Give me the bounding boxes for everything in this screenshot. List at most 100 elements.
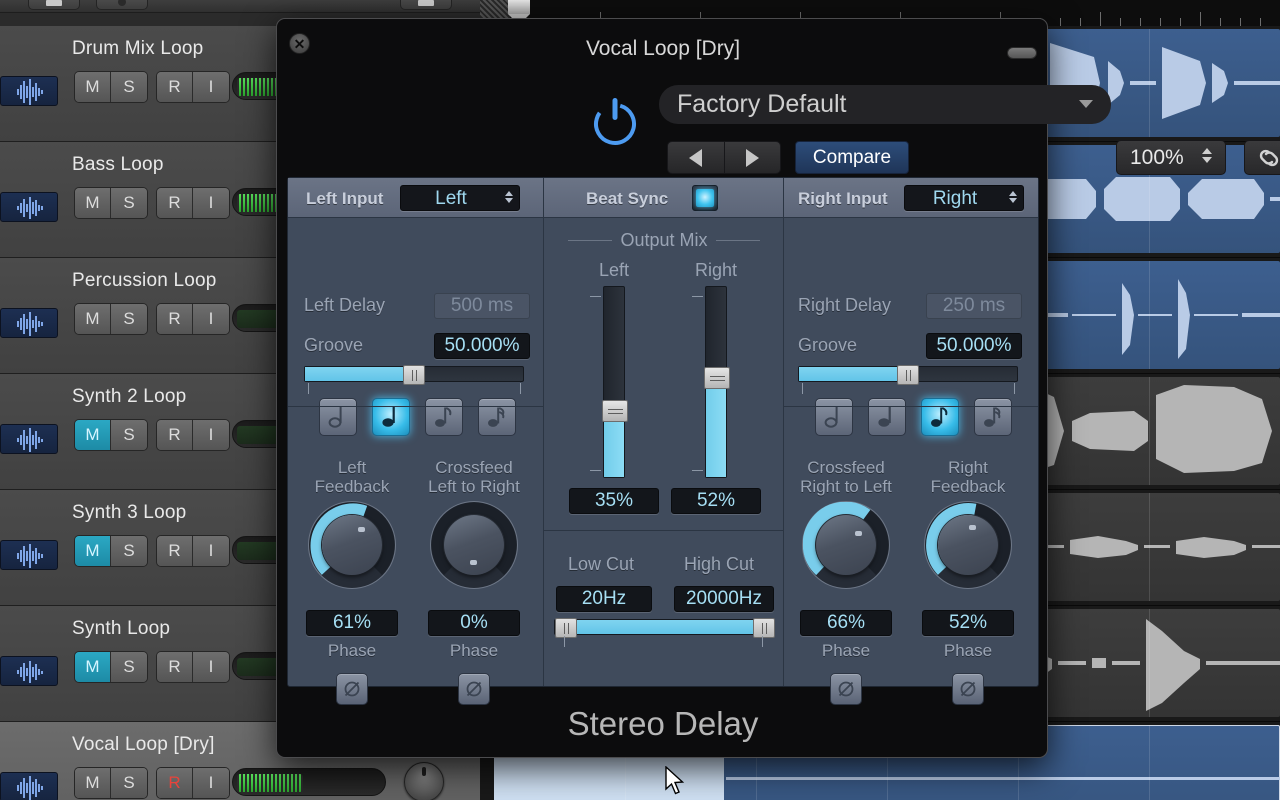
left-note-half-button[interactable] bbox=[319, 398, 357, 436]
slider-fill bbox=[305, 367, 414, 381]
track-record-button[interactable]: R bbox=[157, 72, 193, 102]
track-input-button[interactable]: I bbox=[193, 188, 229, 218]
right-note-quarter-button[interactable] bbox=[868, 398, 906, 436]
left-note-quarter-button[interactable] bbox=[372, 398, 410, 436]
left-channel-column: Left Input Left Left Delay 500 ms Groove… bbox=[288, 178, 544, 705]
link-icon[interactable] bbox=[1244, 140, 1280, 175]
right-input-select[interactable]: Right bbox=[904, 185, 1024, 211]
right-delay-value[interactable]: 250 ms bbox=[926, 293, 1022, 319]
track-record-button[interactable]: R bbox=[157, 304, 193, 334]
track-record-button[interactable]: R bbox=[157, 188, 193, 218]
track-input-button[interactable]: I bbox=[193, 420, 229, 450]
toolbar-record-button[interactable] bbox=[96, 0, 148, 10]
track-mute-button[interactable]: M bbox=[75, 304, 111, 334]
track-input-button[interactable]: I bbox=[193, 768, 229, 798]
cut-range-slider[interactable] bbox=[554, 618, 775, 638]
track-input-button[interactable]: I bbox=[193, 304, 229, 334]
track-input-button[interactable]: I bbox=[193, 652, 229, 682]
toolbar-cycle-button[interactable] bbox=[400, 0, 452, 10]
high-cut-thumb[interactable] bbox=[753, 618, 775, 638]
toolbar-view-button[interactable] bbox=[28, 0, 80, 10]
low-cut-thumb[interactable] bbox=[555, 618, 577, 638]
slider-thumb[interactable] bbox=[403, 365, 425, 385]
track-solo-button[interactable]: S bbox=[111, 536, 147, 566]
track-mute-button[interactable]: M bbox=[75, 652, 111, 682]
track-rec-input-group: R I bbox=[156, 419, 230, 451]
left-input-select[interactable]: Left bbox=[400, 185, 520, 211]
compare-button[interactable]: Compare bbox=[795, 141, 909, 174]
track-mute-button[interactable]: M bbox=[75, 72, 111, 102]
left-note-sixteenth-button[interactable] bbox=[478, 398, 516, 436]
track-record-button[interactable]: R bbox=[157, 652, 193, 682]
right-groove-value[interactable]: 50.000% bbox=[926, 333, 1022, 359]
right-feedback-knob[interactable] bbox=[925, 502, 1011, 588]
output-right-value[interactable]: 52% bbox=[671, 488, 761, 514]
output-left-value[interactable]: 35% bbox=[569, 488, 659, 514]
left-feedback-value[interactable]: 61% bbox=[306, 610, 398, 636]
left-crossfeed-value[interactable]: 0% bbox=[428, 610, 520, 636]
track-mute-button[interactable]: M bbox=[75, 188, 111, 218]
track-mute-button[interactable]: M bbox=[75, 536, 111, 566]
low-cut-value[interactable]: 20Hz bbox=[556, 586, 652, 612]
output-mix-column: Beat Sync Output Mix Left Right 35% 52% bbox=[544, 178, 784, 686]
track-solo-button[interactable]: S bbox=[111, 652, 147, 682]
output-right-fader[interactable] bbox=[704, 286, 730, 478]
left-groove-value[interactable]: 50.000% bbox=[434, 333, 530, 359]
track-record-button[interactable]: R bbox=[157, 420, 193, 450]
left-feedback-knob[interactable] bbox=[309, 502, 395, 588]
right-feedback-value[interactable]: 52% bbox=[922, 610, 1014, 636]
output-left-fader[interactable] bbox=[602, 286, 628, 478]
cycle-icon bbox=[418, 0, 434, 6]
track-volume-slider[interactable] bbox=[232, 768, 386, 796]
track-record-button[interactable]: R bbox=[157, 536, 193, 566]
left-groove-label: Groove bbox=[304, 335, 364, 355]
track-rec-input-group: R I bbox=[156, 767, 230, 799]
left-feedback-phase-button[interactable] bbox=[336, 673, 368, 705]
beat-sync-toggle[interactable] bbox=[692, 185, 718, 211]
right-crossfeed-phase-button[interactable] bbox=[830, 673, 862, 705]
track-solo-button[interactable]: S bbox=[111, 188, 147, 218]
left-groove-slider[interactable] bbox=[304, 365, 524, 385]
track-input-button[interactable]: I bbox=[193, 72, 229, 102]
left-note-eighth-button[interactable] bbox=[425, 398, 463, 436]
right-crossfeed-knob[interactable] bbox=[803, 502, 889, 588]
right-feedback-phase-button[interactable] bbox=[952, 673, 984, 705]
stepper-arrows-icon[interactable] bbox=[1202, 148, 1212, 163]
track-mute-solo-group: M S bbox=[74, 651, 148, 683]
right-note-sixteenth-button[interactable] bbox=[974, 398, 1012, 436]
left-crossfeed-phase-button[interactable] bbox=[458, 673, 490, 705]
track-solo-button[interactable]: S bbox=[111, 768, 147, 798]
track-input-button[interactable]: I bbox=[193, 536, 229, 566]
left-delay-value[interactable]: 500 ms bbox=[434, 293, 530, 319]
track-rec-input-group: R I bbox=[156, 187, 230, 219]
power-icon[interactable] bbox=[587, 94, 643, 150]
stepper-arrows-icon[interactable] bbox=[1009, 191, 1017, 203]
triangle-left-icon bbox=[689, 148, 703, 167]
left-crossfeed-knob[interactable] bbox=[431, 502, 517, 588]
track-solo-button[interactable]: S bbox=[111, 304, 147, 334]
prev-preset-button[interactable] bbox=[668, 142, 725, 173]
fader-handle[interactable] bbox=[602, 399, 628, 422]
zoom-stepper[interactable]: 100% bbox=[1116, 140, 1226, 175]
track-solo-button[interactable]: S bbox=[111, 72, 147, 102]
window-resize-handle[interactable] bbox=[1007, 47, 1037, 59]
track-mute-solo-group: M S bbox=[74, 767, 148, 799]
fader-handle[interactable] bbox=[704, 367, 730, 390]
stepper-arrows-icon[interactable] bbox=[505, 191, 513, 203]
slider-thumb[interactable] bbox=[897, 365, 919, 385]
track-pan-knob[interactable] bbox=[404, 762, 444, 800]
next-preset-button[interactable] bbox=[725, 142, 781, 173]
track-mute-button[interactable]: M bbox=[75, 420, 111, 450]
high-cut-value[interactable]: 20000Hz bbox=[674, 586, 774, 612]
track-solo-button[interactable]: S bbox=[111, 420, 147, 450]
track-record-button[interactable]: R bbox=[157, 768, 193, 798]
track-mute-button[interactable]: M bbox=[75, 768, 111, 798]
track-name: Synth 2 Loop bbox=[72, 386, 187, 407]
right-groove-slider[interactable] bbox=[798, 365, 1018, 385]
right-crossfeed-value[interactable]: 66% bbox=[800, 610, 892, 636]
right-note-eighth-button[interactable] bbox=[921, 398, 959, 436]
track-name: Vocal Loop [Dry] bbox=[72, 734, 215, 755]
right-note-half-button[interactable] bbox=[815, 398, 853, 436]
preset-menu[interactable]: Factory Default bbox=[659, 85, 1111, 124]
right-feedback-label-line1: Right bbox=[948, 458, 988, 477]
